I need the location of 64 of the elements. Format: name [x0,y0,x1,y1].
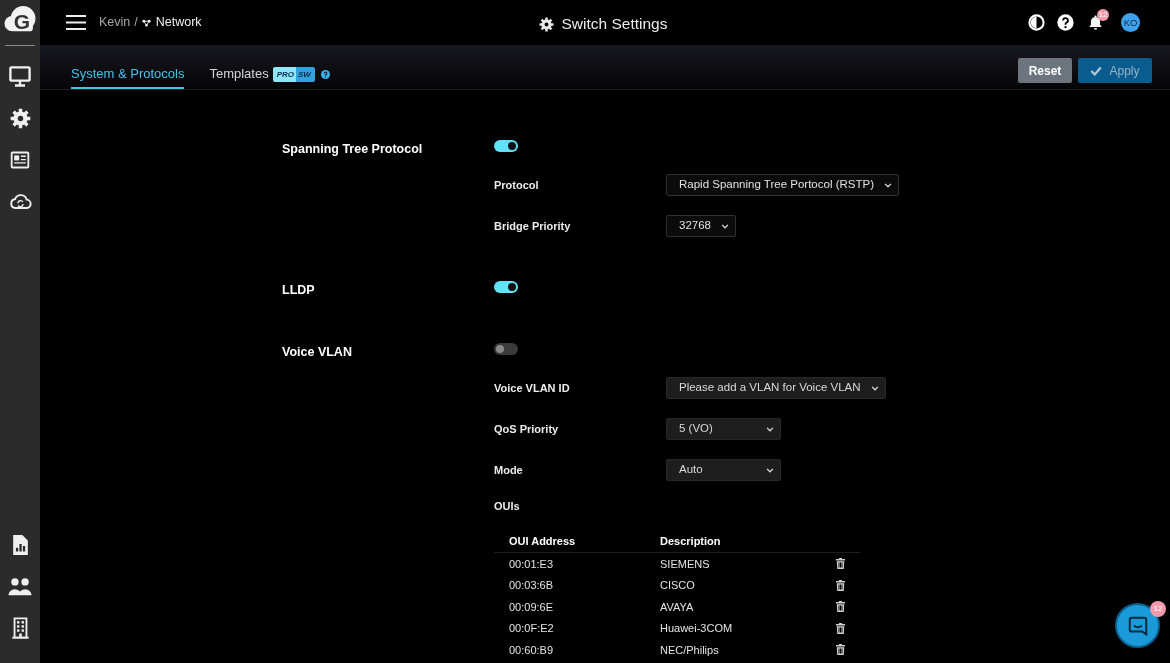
tab[interactable]: Templates PRO SW [209,61,315,89]
settings-gear-icon [538,16,554,32]
dropdown[interactable]: 32768 [666,215,736,237]
plan-badge: SW [296,66,315,82]
user-avatar[interactable]: KO [1121,13,1140,32]
setting-label: Spanning Tree Protocol [282,141,424,158]
monitor-icon[interactable] [9,66,31,87]
trash-icon[interactable] [836,601,845,613]
cloud-sync-icon[interactable] [8,191,32,212]
contrast-icon[interactable] [1028,14,1045,31]
field-label: OUIs [494,499,521,514]
field-label: Protocol [494,177,540,193]
chevron-down-icon [766,426,774,432]
menu-icon[interactable] [66,15,86,30]
chevron-down-icon [883,182,892,188]
help-circle-icon[interactable] [320,70,330,79]
toggle-switch[interactable] [494,343,518,355]
field-label: Bridge Priority [494,218,572,234]
column-header: Description [660,534,722,550]
chevron-down-icon [766,467,774,473]
building-icon[interactable] [10,617,30,639]
table-cell-text: NEC/Philips [660,642,720,658]
trash-icon[interactable] [836,579,845,591]
table-cell-text: AVAYA [660,599,695,615]
table-cell-text: CISCO [660,578,696,593]
setting-label: LLDP [282,282,316,299]
notification-badge: 12 [1097,8,1109,21]
table-cell-text: 00:60:B9 [509,642,555,658]
trash-icon[interactable] [836,622,845,634]
toggle-switch[interactable] [494,281,518,293]
table-cell-text: 00:01:E3 [509,556,555,572]
gear-icon[interactable] [9,108,31,129]
checkmark-icon [1090,65,1103,76]
table-cell-text: SIEMENS [660,556,711,572]
chevron-down-icon [721,223,729,229]
help-icon[interactable] [1057,14,1074,31]
column-header: OUI Address [509,534,577,550]
field-label: Mode [494,462,524,478]
tab[interactable]: System & Protocols [71,61,185,89]
table-cell-text: Huawei-3COM [660,621,734,636]
users-icon[interactable] [8,577,32,596]
trash-icon[interactable] [836,644,845,656]
breadcrumb-link[interactable]: Network [155,13,202,32]
field-label: QoS Priority [494,421,560,437]
newspaper-icon[interactable] [10,150,30,170]
plan-badge: PRO [272,66,297,82]
table-cell-text: 00:03:6B [509,578,555,593]
trash-icon[interactable] [836,558,845,570]
breadcrumb-separator: / [134,14,138,32]
chat-button[interactable] [1115,603,1160,648]
table-cell-text: 00:0F:E2 [509,621,555,636]
chevron-down-icon [870,385,879,391]
network-nodes-icon [141,18,151,27]
reset-button[interactable]: Reset [1018,58,1072,83]
toggle-switch[interactable] [494,140,518,152]
breadcrumb-link[interactable]: Kevin [99,13,131,32]
unread-badge: 12 [1150,601,1166,617]
file-chart-icon[interactable] [10,534,30,556]
setting-label: Voice VLAN [282,344,353,361]
table-cell-text: 00:09:6E [509,599,555,615]
page-title: Switch Settings [561,14,668,35]
chat-bubble-icon [1126,614,1149,637]
field-label: Voice VLAN ID [494,380,571,396]
dropdown[interactable]: Rapid Spanning Tree Portocol (RSTP) [666,174,899,196]
